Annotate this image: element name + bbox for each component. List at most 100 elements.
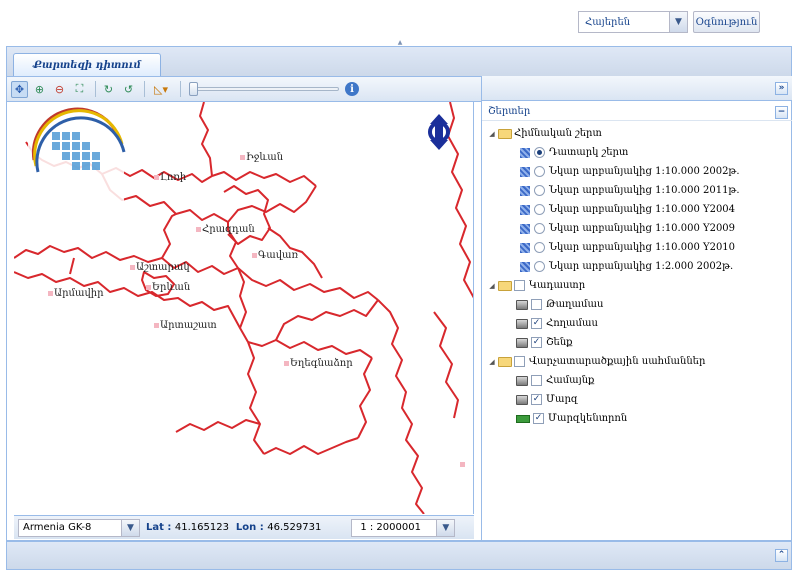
layer-radio[interactable] [534, 242, 545, 253]
layer-item[interactable]: Թաղամաս [482, 295, 792, 314]
layer-checkbox[interactable]: ✓ [531, 394, 542, 405]
layer-item[interactable]: Նկար արբանյակից 1:2.000 2002թ. [482, 257, 792, 276]
slider-thumb[interactable] [189, 82, 198, 96]
layer-item[interactable]: ✓ Մարզկենտրոն [482, 409, 792, 428]
map-city-label: Երևան [146, 282, 190, 293]
chevron-down-icon[interactable]: ▼ [121, 519, 139, 536]
group-checkbox[interactable] [514, 356, 525, 367]
layer-icon [520, 261, 530, 272]
layer-icon [520, 166, 530, 177]
layer-item[interactable]: Նկար արբանյակից 1:10.000 2011թ. [482, 181, 792, 200]
group-checkbox[interactable] [514, 280, 525, 291]
full-extent-icon[interactable]: ⛶ [71, 81, 88, 98]
layer-label: Նկար արբանյակից 1:10.000 2002թ. [549, 166, 740, 177]
layer-label: Նկար արբանյակից 1:2.000 2002թ. [549, 261, 734, 272]
layer-icon [520, 223, 530, 234]
layer-group-admin[interactable]: ◢ Վարչատարածքային սահմաններ [482, 352, 792, 371]
layer-group-label: Կադաստր [529, 280, 586, 291]
coordinates-readout: Lat : 41.165123 Lon : 46.529731 [146, 522, 321, 533]
layer-icon [520, 242, 530, 253]
lat-value: 41.165123 [174, 522, 229, 533]
chevron-down-icon[interactable]: ▼ [436, 519, 455, 536]
region-boundaries [14, 102, 473, 514]
layer-checkbox[interactable]: ✓ [533, 413, 544, 424]
crs-select[interactable]: Armenia GK-8 ▼ [18, 518, 140, 537]
chevron-down-icon[interactable]: ▼ [669, 12, 687, 32]
layer-item[interactable]: Նկար արբանյակից 1:10.000 2002թ. [482, 162, 792, 181]
slider-track [189, 87, 339, 91]
pan-navigator-icon [428, 114, 450, 150]
crs-value: Armenia GK-8 [23, 522, 92, 533]
map-city-label: Արմավիր [48, 288, 104, 299]
pan-icon[interactable]: ✥ [11, 80, 28, 98]
layer-item[interactable]: ✓ Մարզ [482, 390, 792, 409]
info-icon[interactable]: i [345, 82, 359, 96]
zoom-in-icon[interactable]: ⊕ [31, 81, 48, 98]
layer-group-cadastre[interactable]: ◢ Կադաստր [482, 276, 792, 295]
map-city-label: Աշտարակ [130, 262, 190, 273]
layer-radio[interactable] [534, 261, 545, 272]
map-city-label: Գավառ [252, 250, 298, 261]
layer-item[interactable]: Նկար արբանյակից 1:10.000 Y2009 [482, 219, 792, 238]
layer-label: Շենք [546, 337, 573, 348]
folder-icon [498, 356, 512, 367]
layer-label: Նկար արբանյակից 1:10.000 2011թ. [549, 185, 740, 196]
tree-expand-icon[interactable]: ◢ [488, 358, 496, 366]
layer-item[interactable]: ✓ Շենք [482, 333, 792, 352]
tab-map-view[interactable]: Քարտեզի դիտում [13, 53, 161, 77]
layer-group-label: Վարչատարածքային սահմաններ [529, 356, 706, 367]
map-city-label: Արտաշատ [154, 320, 217, 331]
building-icon [516, 394, 528, 405]
layer-checkbox[interactable] [531, 299, 542, 310]
tree-expand-icon[interactable]: ◢ [488, 282, 496, 290]
layer-icon [520, 185, 530, 196]
layer-item[interactable]: Նկար արբանյակից 1:10.000 Y2010 [482, 238, 792, 257]
map-toolbar: ✥ ⊕ ⊖ ⛶ ↻ ↺ ◺▾ i [7, 77, 481, 102]
zoom-out-icon[interactable]: ⊖ [51, 81, 68, 98]
toolbar-separator [144, 81, 145, 97]
layer-radio[interactable] [534, 166, 545, 177]
layers-title: Շերտեր [482, 103, 792, 121]
layers-panel: » Շերտեր − ◢ Հիմնական շերտ Դատարկ շերտ Ն… [481, 76, 792, 541]
toolbar-separator [95, 81, 96, 97]
opacity-slider[interactable] [189, 82, 339, 96]
layer-radio[interactable] [534, 147, 545, 158]
layer-item[interactable]: Նկար արբանյակից 1:10.000 Y2004 [482, 200, 792, 219]
layer-radio[interactable] [534, 204, 545, 215]
toolbar-separator [180, 81, 181, 97]
map-canvas[interactable]: Լոռի Իջևան Հրազդան Գավառ Աշտարակ Արմավիր… [14, 102, 474, 514]
measure-icon[interactable]: ◺▾ [149, 81, 173, 98]
collapse-layers-icon[interactable]: − [775, 106, 788, 119]
layer-checkbox[interactable]: ✓ [531, 318, 542, 329]
scale-value: 1 : 2000001 [360, 522, 421, 533]
building-icon [516, 337, 528, 348]
layer-radio[interactable] [534, 185, 545, 196]
layer-label: Թաղամաս [546, 299, 604, 310]
scale-select[interactable]: 1 : 2000001 ▼ [351, 518, 456, 537]
language-select[interactable]: Հայերեն ▼ [578, 11, 688, 33]
lat-label: Lat : [146, 522, 172, 533]
map-city-label: Իջևան [240, 152, 283, 163]
layers-title-text: Շերտեր [488, 106, 531, 117]
language-value: Հայերեն [585, 16, 631, 28]
expand-right-icon[interactable]: » [775, 82, 788, 95]
layer-label: Մարզկենտրոն [548, 413, 628, 424]
layer-tree: ◢ Հիմնական շերտ Դատարկ շերտ Նկար արբանյա… [482, 124, 792, 428]
next-extent-icon[interactable]: ↺ [120, 81, 137, 98]
help-button[interactable]: Օգնություն [693, 11, 760, 33]
folder-icon [498, 128, 512, 139]
tree-expand-icon[interactable]: ◢ [488, 130, 496, 138]
layer-item[interactable]: Համայնք [482, 371, 792, 390]
layer-checkbox[interactable]: ✓ [531, 337, 542, 348]
layer-item[interactable]: ✓ Հողամաս [482, 314, 792, 333]
lon-value: 46.529731 [267, 522, 322, 533]
layer-icon [520, 204, 530, 215]
top-bar: Հայերեն ▼ Օգնություն [0, 0, 798, 42]
layer-checkbox[interactable] [531, 375, 542, 386]
previous-extent-icon[interactable]: ↻ [100, 81, 117, 98]
layer-radio[interactable] [534, 223, 545, 234]
expand-up-icon[interactable]: ⌃ [775, 549, 788, 562]
layer-item[interactable]: Դատարկ շերտ [482, 143, 792, 162]
map-city-label: Լոռի [154, 172, 186, 183]
layer-group-base[interactable]: ◢ Հիմնական շերտ [482, 124, 792, 143]
